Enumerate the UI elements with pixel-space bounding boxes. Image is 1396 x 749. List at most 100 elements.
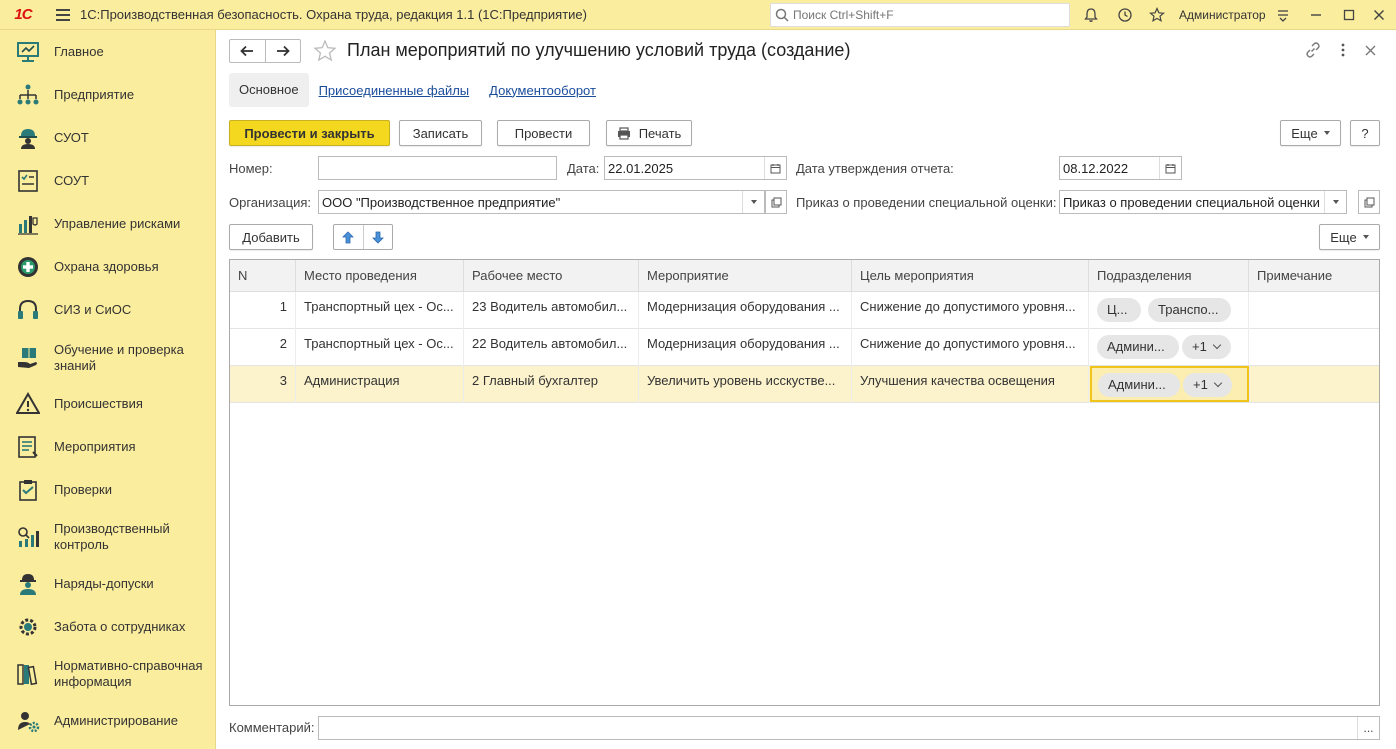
- dropdown-icon[interactable]: [742, 191, 764, 213]
- column-header-note[interactable]: Примечание: [1249, 260, 1379, 292]
- sidebar-item-training[interactable]: Обучение и проверка знаний: [0, 341, 216, 375]
- more-actions-button[interactable]: Еще: [1280, 120, 1341, 146]
- print-button[interactable]: Печать: [606, 120, 692, 146]
- sidebar-item-suot[interactable]: СУОТ: [0, 126, 216, 150]
- sidebar-item-main[interactable]: Главное: [0, 40, 216, 64]
- cell-goal: Улучшения качества освещения: [852, 366, 1089, 403]
- favorites-star-icon[interactable]: [1146, 4, 1168, 26]
- cell-measure: Увеличить уровень исскустве...: [639, 366, 852, 403]
- division-tag[interactable]: Админи...: [1098, 373, 1180, 397]
- sidebar-item-inspections[interactable]: Проверки: [0, 478, 216, 502]
- division-tag[interactable]: Админи...: [1097, 335, 1179, 359]
- sidebar-item-risks[interactable]: Управление рисками: [0, 212, 216, 236]
- tab-main[interactable]: Основное: [229, 73, 309, 107]
- column-header-n[interactable]: N: [230, 260, 296, 292]
- bell-icon[interactable]: [1080, 4, 1102, 26]
- cell-workplace: 22 Водитель автомобил...: [464, 329, 639, 366]
- help-button[interactable]: ?: [1350, 120, 1380, 146]
- settings-lines-icon[interactable]: [1272, 4, 1294, 26]
- order-field[interactable]: Приказ о проведении специальной оценки П…: [1059, 190, 1347, 214]
- tab-attached-files[interactable]: Присоединенные файлы: [319, 83, 470, 98]
- sidebar-item-reference[interactable]: Нормативно-справочная информация: [0, 657, 216, 691]
- move-down-button[interactable]: [364, 225, 393, 249]
- main-menu-icon[interactable]: [46, 0, 80, 30]
- sidebar-item-sout[interactable]: СОУТ: [0, 169, 216, 193]
- search-box[interactable]: [770, 3, 1070, 27]
- minimize-icon[interactable]: [1305, 4, 1327, 26]
- close-form-icon[interactable]: [1360, 40, 1380, 60]
- add-row-button[interactable]: Добавить: [229, 224, 313, 250]
- sidebar-item-admin[interactable]: Администрирование: [0, 709, 216, 733]
- search-input[interactable]: [793, 8, 1063, 22]
- table-header: N Место проведения Рабочее место Меропри…: [230, 260, 1379, 292]
- date-field[interactable]: 22.01.2025: [604, 156, 787, 180]
- sidebar-item-enterprise[interactable]: Предприятие: [0, 83, 216, 107]
- dropdown-icon[interactable]: [1324, 191, 1346, 213]
- cell-divisions-focused[interactable]: Админи... +1: [1090, 366, 1249, 402]
- comment-edit-button[interactable]: ...: [1357, 717, 1379, 739]
- sidebar-item-care[interactable]: Забота о сотрудниках: [0, 615, 216, 639]
- sidebar-item-health[interactable]: Охрана здоровья: [0, 255, 216, 279]
- division-tag[interactable]: Транспо...: [1148, 298, 1231, 322]
- sidebar-item-label: Обучение и проверка знаний: [54, 342, 184, 373]
- forward-button[interactable]: [266, 40, 301, 62]
- top-bar: 1С 1С:Производственная безопасность. Охр…: [0, 0, 1396, 30]
- division-tag[interactable]: Ц...: [1097, 298, 1141, 322]
- table-row[interactable]: 2 Транспортный цех - Ос... 22 Водитель а…: [230, 329, 1379, 366]
- post-and-close-button[interactable]: Провести и закрыть: [229, 120, 390, 146]
- sidebar-item-label: Предприятие: [54, 87, 135, 102]
- comment-field[interactable]: ...: [318, 716, 1380, 740]
- table-row-selected[interactable]: 3 Администрация 2 Главный бухгалтер Увел…: [230, 366, 1379, 403]
- arrow-down-icon: [371, 231, 384, 244]
- sidebar-item-permits[interactable]: Наряды-допуски: [0, 572, 216, 596]
- number-field[interactable]: [318, 156, 557, 180]
- more-vertical-icon[interactable]: [1333, 40, 1353, 60]
- post-button[interactable]: Провести: [497, 120, 590, 146]
- measures-table: N Место проведения Рабочее место Меропри…: [229, 259, 1380, 706]
- table-more-button[interactable]: Еще: [1319, 224, 1380, 250]
- back-button[interactable]: [230, 40, 266, 62]
- column-header-goal[interactable]: Цель мероприятия: [852, 260, 1089, 292]
- open-organization-icon[interactable]: [765, 190, 787, 214]
- date-label: Дата:: [567, 161, 600, 176]
- link-icon[interactable]: [1303, 40, 1323, 60]
- close-window-icon[interactable]: [1368, 4, 1390, 26]
- sidebar-item-production-control[interactable]: Производственный контроль: [0, 520, 216, 554]
- risk-chart-icon: [16, 212, 40, 236]
- cell-note: [1249, 292, 1379, 329]
- table-row[interactable]: 1 Транспортный цех - Ос... 23 Водитель а…: [230, 292, 1379, 329]
- history-icon[interactable]: [1114, 4, 1136, 26]
- more-actions-label: Еще: [1291, 125, 1318, 141]
- column-header-divisions[interactable]: Подразделения: [1089, 260, 1249, 292]
- sidebar-item-ppe[interactable]: СИЗ и СиОС: [0, 298, 216, 322]
- worker-permit-icon: [16, 572, 40, 596]
- printer-icon: [617, 126, 630, 140]
- number-label: Номер:: [229, 161, 273, 176]
- cell-n: 1: [230, 292, 296, 329]
- user-name[interactable]: Администратор: [1179, 8, 1266, 22]
- division-more-tag[interactable]: +1: [1183, 373, 1232, 397]
- open-order-icon[interactable]: [1358, 190, 1380, 214]
- sidebar-item-measures[interactable]: Мероприятия: [0, 435, 216, 459]
- cell-divisions: Ц... Транспо...: [1089, 292, 1249, 329]
- calendar-icon[interactable]: [1159, 157, 1181, 179]
- calendar-icon[interactable]: [764, 157, 786, 179]
- control-chart-icon: [16, 525, 40, 549]
- app-logo[interactable]: 1С: [0, 0, 46, 30]
- tab-document-flow[interactable]: Документооборот: [489, 83, 596, 98]
- maximize-icon[interactable]: [1338, 4, 1360, 26]
- favorite-star-icon[interactable]: [313, 39, 337, 66]
- column-header-place[interactable]: Место проведения: [296, 260, 464, 292]
- sidebar-item-label: СУОТ: [54, 130, 89, 145]
- column-header-workplace[interactable]: Рабочее место: [464, 260, 639, 292]
- column-header-measure[interactable]: Мероприятие: [639, 260, 852, 292]
- division-more-tag[interactable]: +1: [1182, 335, 1231, 359]
- organization-field[interactable]: ООО "Производственное предприятие": [318, 190, 765, 214]
- sidebar: Главное Предприятие СУОТ СОУТ Управление…: [0, 30, 216, 749]
- sidebar-item-incidents[interactable]: Происшествия: [0, 392, 216, 416]
- cell-goal: Снижение до допустимого уровня...: [852, 329, 1089, 366]
- move-up-button[interactable]: [334, 225, 364, 249]
- approval-date-field[interactable]: 08.12.2022: [1059, 156, 1182, 180]
- arrow-left-icon: [240, 45, 254, 57]
- save-button[interactable]: Записать: [399, 120, 482, 146]
